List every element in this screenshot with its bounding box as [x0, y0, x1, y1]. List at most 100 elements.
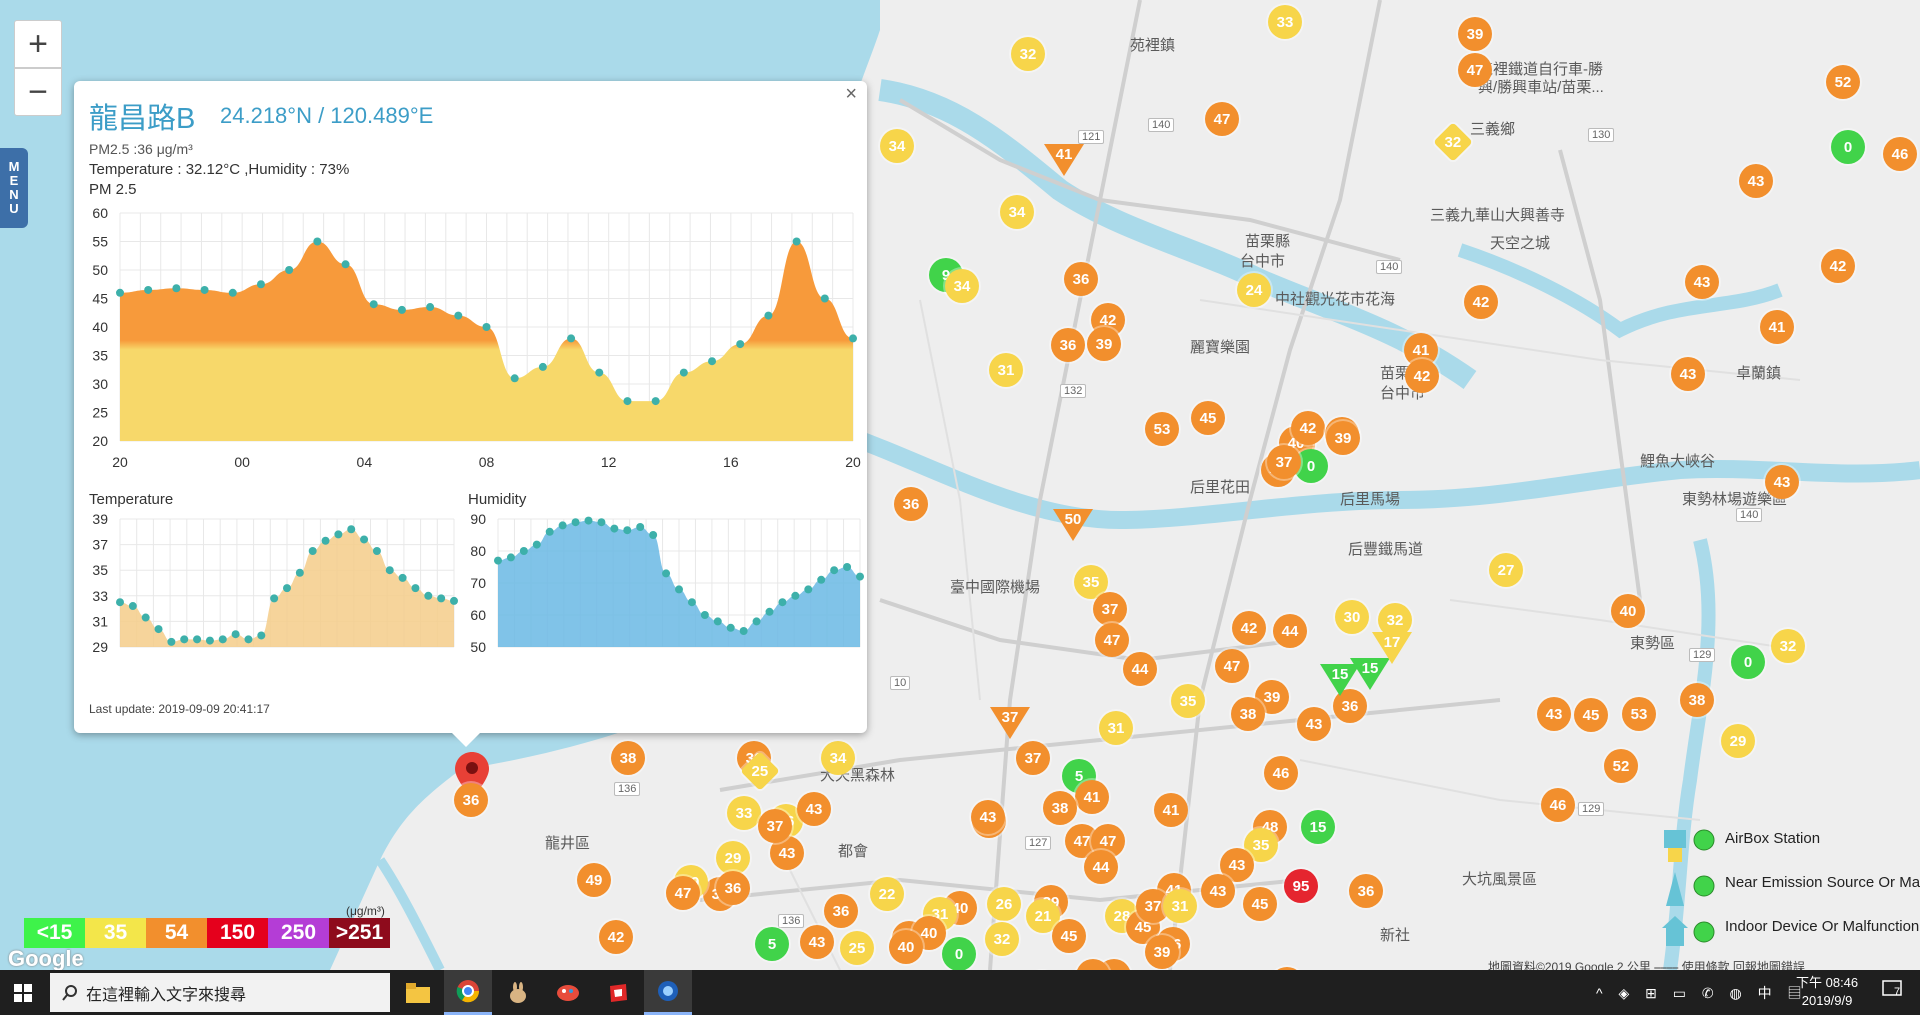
sensor-marker[interactable]: 30 — [1335, 600, 1369, 634]
sensor-marker[interactable]: 47 — [1205, 102, 1239, 136]
sensor-marker[interactable]: 27 — [1489, 553, 1523, 587]
sensor-marker[interactable]: 47 — [666, 876, 700, 910]
sensor-marker[interactable]: 40 — [1611, 594, 1645, 628]
sensor-marker[interactable]: 38 — [611, 741, 645, 775]
sensor-marker[interactable]: 34 — [821, 741, 855, 775]
sensor-marker[interactable]: 32 — [985, 922, 1019, 956]
sensor-marker[interactable]: 53 — [1145, 412, 1179, 446]
selected-station-marker[interactable]: 36 — [454, 783, 488, 817]
app-4[interactable] — [594, 970, 642, 1015]
sensor-marker[interactable]: 43 — [1297, 707, 1331, 741]
sensor-marker[interactable]: 35 — [1171, 684, 1205, 718]
sensor-marker[interactable]: 38 — [1231, 697, 1265, 731]
sensor-marker[interactable]: 36 — [1349, 874, 1383, 908]
sensor-marker[interactable]: 43 — [1685, 265, 1719, 299]
sensor-marker[interactable]: 36 — [716, 871, 750, 905]
map-attribution[interactable]: 地圖資料©2019 Google 2 公里 ⎯⎯⎯⎯ 使用條款 回報地圖錯誤 — [1488, 958, 1805, 970]
sensor-marker[interactable]: 43 — [971, 800, 1005, 834]
sensor-marker[interactable]: 36 — [824, 894, 858, 928]
sensor-marker[interactable]: 36 — [894, 487, 928, 521]
file-explorer-app[interactable] — [394, 970, 442, 1015]
sensor-marker[interactable]: 31 — [989, 353, 1023, 387]
sensor-marker[interactable]: 43 — [797, 792, 831, 826]
sensor-marker[interactable]: 52 — [1604, 749, 1638, 783]
sensor-marker[interactable]: 95 — [1284, 869, 1318, 903]
app-2[interactable] — [494, 970, 542, 1015]
sensor-marker[interactable]: 33 — [727, 796, 761, 830]
sensor-marker[interactable]: 38 — [1043, 791, 1077, 825]
sensor-marker[interactable]: 24 — [1237, 273, 1271, 307]
notification-center[interactable]: 7 — [1882, 980, 1904, 1003]
sensor-marker[interactable]: 37 — [758, 809, 792, 843]
sensor-marker[interactable]: 47 — [1215, 649, 1249, 683]
sensor-marker[interactable]: 42 — [1232, 611, 1266, 645]
sensor-marker[interactable]: 41 — [1075, 780, 1109, 814]
sensor-marker[interactable]: 43 — [1739, 164, 1773, 198]
sensor-marker[interactable]: 29 — [716, 841, 750, 875]
sensor-marker[interactable]: 44 — [1273, 614, 1307, 648]
app-3[interactable] — [544, 970, 592, 1015]
sensor-marker[interactable]: 47 — [1095, 623, 1129, 657]
sensor-marker[interactable]: 22 — [870, 877, 904, 911]
sensor-marker[interactable]: 43 — [1671, 357, 1705, 391]
sensor-marker[interactable]: 42 — [1821, 249, 1855, 283]
sensor-marker[interactable]: 37 — [1093, 592, 1127, 626]
sensor-marker[interactable]: 42 — [1405, 359, 1439, 393]
sensor-marker[interactable]: 39 — [1326, 421, 1360, 455]
close-popup-button[interactable]: × — [845, 83, 857, 106]
sensor-marker[interactable]: 37 — [1267, 445, 1301, 479]
sensor-marker[interactable]: 26 — [987, 887, 1021, 921]
sensor-marker[interactable]: 37 — [1016, 741, 1050, 775]
sensor-marker[interactable]: 49 — [577, 863, 611, 897]
sensor-marker[interactable]: 39 — [1145, 935, 1179, 969]
sensor-marker[interactable]: 33 — [1268, 5, 1302, 39]
sensor-marker[interactable]: 44 — [1123, 652, 1157, 686]
sensor-marker[interactable]: 43 — [1765, 465, 1799, 499]
sensor-marker[interactable]: 0 — [942, 937, 976, 970]
sensor-marker[interactable]: 43 — [1201, 874, 1235, 908]
sensor-marker[interactable]: 34 — [880, 129, 914, 163]
sensor-marker[interactable]: 45 — [1243, 887, 1277, 921]
menu-tab[interactable]: M E N U — [0, 148, 28, 228]
sensor-marker[interactable]: 42 — [1464, 285, 1498, 319]
sensor-marker[interactable]: 43 — [1537, 697, 1571, 731]
chrome-app[interactable] — [444, 970, 492, 1015]
sensor-marker[interactable]: 46 — [1264, 756, 1298, 790]
map-canvas[interactable]: 苑裡鎮 苑裡鐵道自行車-勝 興/勝興車站/苗栗... 三義鄉 三義九華山大興善寺 天空之城… — [0, 0, 1920, 970]
sensor-marker[interactable]: 39 — [1087, 327, 1121, 361]
sensor-marker[interactable]: 45 — [1052, 919, 1086, 953]
sensor-marker[interactable]: 40 — [889, 930, 923, 964]
sensor-marker[interactable]: 38 — [1680, 683, 1714, 717]
sensor-marker[interactable]: 39 — [1458, 17, 1492, 51]
sensor-marker[interactable]: 41 — [1154, 793, 1188, 827]
sensor-marker[interactable]: 31 — [1099, 711, 1133, 745]
emission-triangle-marker[interactable]: 50 — [1051, 507, 1095, 543]
sensor-marker[interactable]: 47 — [1458, 53, 1492, 87]
sensor-marker[interactable]: 32 — [1771, 629, 1805, 663]
taskbar-search[interactable]: 在這裡輸入文字來搜尋 — [50, 973, 390, 1012]
sensor-marker[interactable]: 46 — [1541, 788, 1575, 822]
zoom-in-button[interactable]: + — [14, 20, 62, 68]
sensor-marker[interactable]: 5 — [755, 927, 789, 961]
sensor-marker[interactable]: 0 — [1731, 645, 1765, 679]
zoom-out-button[interactable]: − — [14, 68, 62, 116]
start-button[interactable] — [0, 970, 46, 1015]
sensor-marker[interactable]: 42 — [1291, 411, 1325, 445]
sensor-marker[interactable]: 53 — [1622, 697, 1656, 731]
sensor-marker[interactable]: 29 — [1721, 724, 1755, 758]
sensor-marker[interactable]: 32 — [1011, 37, 1045, 71]
emission-triangle-marker[interactable]: 37 — [988, 705, 1032, 741]
emission-triangle-marker[interactable]: 41 — [1042, 142, 1086, 178]
sensor-marker[interactable]: 34 — [945, 269, 979, 303]
sensor-marker[interactable]: 44 — [1084, 850, 1118, 884]
sensor-marker[interactable]: 45 — [1574, 698, 1608, 732]
sensor-marker[interactable]: 0 — [1831, 130, 1865, 164]
sensor-marker[interactable]: 34 — [1000, 195, 1034, 229]
system-tray[interactable]: ^ ◈ ⊞ ▭ ✆ ◍ 中 ▤ — [1596, 983, 1807, 1003]
emission-triangle-marker[interactable]: 17 — [1370, 630, 1414, 666]
sensor-marker[interactable]: 43 — [800, 925, 834, 959]
sensor-marker[interactable]: 36 — [1064, 262, 1098, 296]
sensor-marker[interactable]: 36 — [1051, 328, 1085, 362]
sensor-marker[interactable]: 25 — [840, 931, 874, 965]
taskbar-clock[interactable]: 下午 08:46 2019/9/9 — [1796, 974, 1858, 1010]
